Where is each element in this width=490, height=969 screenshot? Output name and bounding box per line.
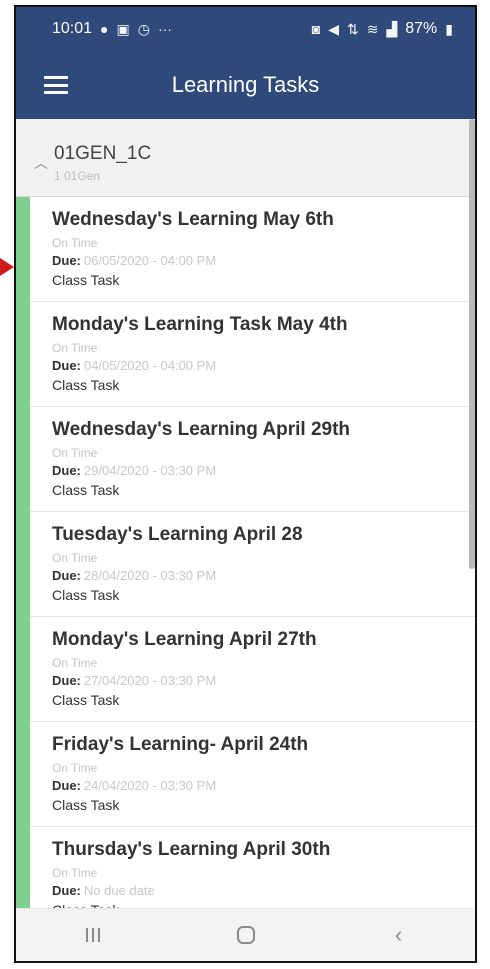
due-label: Due: — [52, 568, 81, 583]
system-nav-bar: ‹ — [16, 908, 475, 961]
chevron-up-icon[interactable]: ︿ — [34, 153, 48, 173]
back-button[interactable]: ‹ — [369, 915, 429, 955]
app-bar: Learning Tasks — [16, 51, 475, 119]
due-date: 29/04/2020 - 03:30 PM — [83, 463, 217, 478]
task-status: On Time — [52, 761, 98, 775]
task-due: Due: 04/05/2020 - 04:00 PM — [52, 358, 475, 373]
status-right: ◙ ◀ ⇅ ≋ ▟ 87% ▮ — [312, 20, 453, 38]
due-date: No due date — [83, 883, 155, 898]
due-label: Due: — [52, 358, 81, 373]
due-date: 24/04/2020 - 03:30 PM — [83, 778, 217, 793]
task-due: Due: 24/04/2020 - 03:30 PM — [52, 778, 475, 793]
due-label: Due: — [52, 253, 81, 268]
alarm-icon: ◙ — [311, 21, 321, 37]
task-item[interactable]: Friday's Learning- April 24th On Time Du… — [30, 722, 475, 827]
task-type: Class Task — [52, 272, 120, 288]
task-item[interactable]: Monday's Learning Task May 4th On Time D… — [30, 302, 475, 407]
task-item[interactable]: Wednesday's Learning April 29th On Time … — [30, 407, 475, 512]
task-type: Class Task — [52, 797, 120, 813]
task-status: On Time — [52, 551, 98, 565]
due-date: 28/04/2020 - 03:30 PM — [83, 568, 217, 583]
more-icon: ··· — [157, 21, 172, 37]
gallery-icon: ▣ — [116, 20, 130, 37]
due-label: Due: — [52, 463, 81, 478]
due-label: Due: — [52, 778, 81, 793]
task-item[interactable]: Monday's Learning April 27th On Time Due… — [30, 617, 475, 722]
back-icon: ‹ — [394, 922, 403, 947]
task-status: On Time — [52, 446, 98, 460]
phone-screen: 10:01 ● ▣ ◷ ··· ◙ ◀ ⇅ ≋ ▟ 87% ▮ Learning… — [14, 5, 477, 963]
signal-icon: ▟ — [386, 20, 398, 37]
battery-level: 87% — [405, 20, 438, 37]
task-item[interactable]: Thursday's Learning April 30th On Time D… — [30, 827, 475, 913]
due-date: 04/05/2020 - 04:00 PM — [83, 358, 217, 373]
recent-apps-button[interactable] — [63, 915, 123, 955]
home-button[interactable] — [216, 915, 276, 955]
due-label: Due: — [52, 673, 81, 688]
group-subtitle: 1 01Gen — [54, 169, 101, 183]
task-due: Due: 27/04/2020 - 03:30 PM — [52, 673, 475, 688]
task-due: Due: 29/04/2020 - 03:30 PM — [52, 463, 475, 478]
battery-icon: ▮ — [445, 20, 453, 37]
group-header[interactable]: ︿ 01GEN_1C 1 01Gen — [16, 119, 475, 197]
task-status: On Time — [52, 866, 98, 880]
task-item[interactable]: Wednesday's Learning May 6th On Time Due… — [30, 197, 475, 302]
recent-apps-icon — [85, 928, 100, 942]
task-title: Thursday's Learning April 30th — [52, 839, 331, 860]
group-name: 01GEN_1C — [54, 143, 152, 164]
task-due: Due: 28/04/2020 - 03:30 PM — [52, 568, 475, 583]
status-time: 10:01 — [52, 20, 93, 37]
task-title: Wednesday's Learning May 6th — [52, 209, 334, 230]
group-accent-bar — [16, 197, 30, 913]
task-item[interactable]: Tuesday's Learning April 28 On Time Due:… — [30, 512, 475, 617]
wifi-icon: ≋ — [366, 20, 379, 37]
facebook-icon: ● — [100, 21, 109, 37]
menu-button[interactable] — [16, 51, 96, 119]
task-type: Class Task — [52, 377, 120, 393]
due-date: 27/04/2020 - 03:30 PM — [83, 673, 217, 688]
menu-icon — [44, 76, 68, 94]
task-title: Friday's Learning- April 24th — [52, 734, 309, 755]
task-due: Due: No due date — [52, 883, 475, 898]
task-title: Tuesday's Learning April 28 — [52, 524, 303, 545]
task-title: Monday's Learning April 27th — [52, 629, 317, 650]
due-date: 06/05/2020 - 04:00 PM — [83, 253, 217, 268]
task-title: Monday's Learning Task May 4th — [52, 314, 348, 335]
home-icon — [236, 926, 255, 944]
lte-icon: ⇅ — [347, 20, 359, 37]
scrollbar[interactable] — [469, 119, 475, 569]
task-due: Due: 06/05/2020 - 04:00 PM — [52, 253, 475, 268]
task-status: On Time — [52, 341, 98, 355]
status-left: 10:01 ● ▣ ◷ ··· — [52, 20, 172, 38]
mute-icon: ◀ — [328, 20, 339, 37]
task-status: On Time — [52, 656, 98, 670]
task-type: Class Task — [52, 482, 120, 498]
task-type: Class Task — [52, 692, 120, 708]
status-bar: 10:01 ● ▣ ◷ ··· ◙ ◀ ⇅ ≋ ▟ 87% ▮ — [16, 7, 475, 51]
annotation-arrow — [0, 258, 14, 276]
task-type: Class Task — [52, 587, 120, 603]
task-title: Wednesday's Learning April 29th — [52, 419, 351, 440]
task-list: Wednesday's Learning May 6th On Time Due… — [16, 197, 475, 913]
task-status: On Time — [52, 236, 98, 250]
due-label: Due: — [52, 883, 81, 898]
alarm-icon: ◷ — [137, 20, 150, 37]
